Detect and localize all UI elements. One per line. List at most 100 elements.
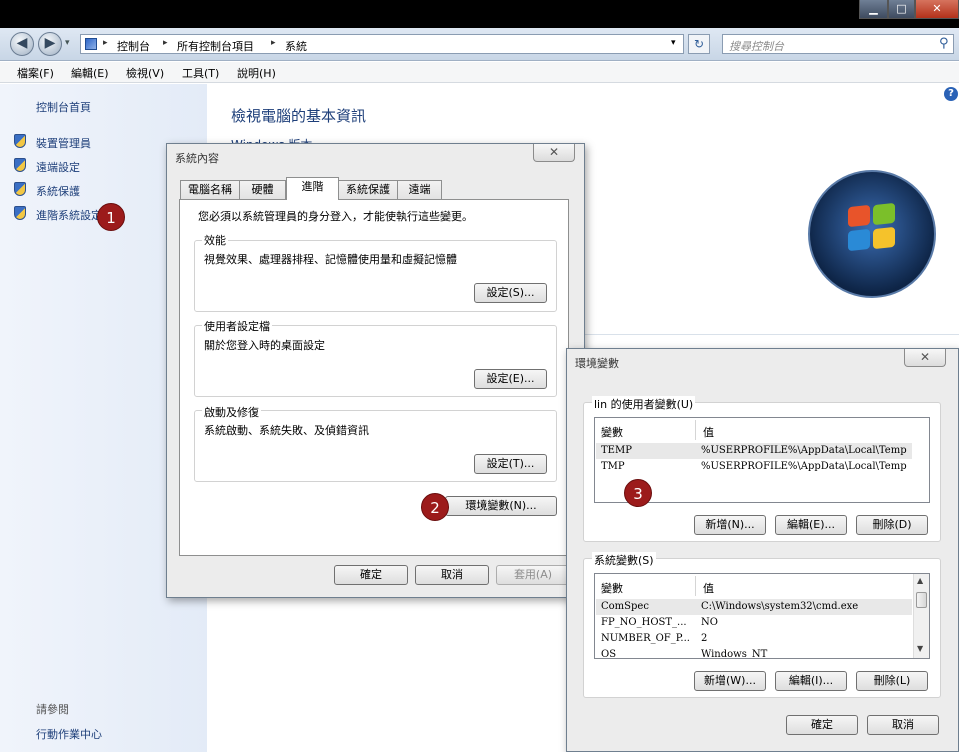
user-new-button[interactable]: 新增(N)... xyxy=(694,515,766,535)
windows-logo xyxy=(808,170,936,298)
env-cancel-button[interactable]: 取消 xyxy=(867,715,939,735)
tab-remote[interactable]: 遠端 xyxy=(397,180,442,199)
search-icon[interactable]: ⚲ xyxy=(939,36,949,51)
column-header-value[interactable]: 值 xyxy=(703,424,714,440)
address-toolbar: ◀ ▶ ▾ ▸ 控制台 ▸ 所有控制台項目 ▸ 系統 ▾ ↻ 搜尋控制台 ⚲ xyxy=(0,28,959,61)
sidebar-item-advanced-settings[interactable]: 進階系統設定 xyxy=(36,207,102,223)
startup-recovery-label: 啟動及修復 xyxy=(202,404,261,420)
table-cell-name: TMP xyxy=(601,461,625,472)
crumb-all-items[interactable]: 所有控制台項目 xyxy=(177,38,254,54)
user-delete-button[interactable]: 刪除(D) xyxy=(856,515,928,535)
tab-system-protection[interactable]: 系統保護 xyxy=(338,180,398,199)
logo-flag-red xyxy=(848,204,870,228)
menu-view[interactable]: 檢視(V) xyxy=(126,65,164,81)
minimize-button[interactable]: ▁ xyxy=(859,0,888,19)
env-ok-button[interactable]: 確定 xyxy=(786,715,858,735)
user-edit-button[interactable]: 編輯(E)... xyxy=(775,515,847,535)
crumb-separator-icon: ▸ xyxy=(103,38,108,48)
callout-badge-1: 1 xyxy=(97,203,125,231)
scroll-thumb[interactable] xyxy=(916,592,927,608)
column-header-variable[interactable]: 變數 xyxy=(601,424,623,440)
vertical-scrollbar[interactable]: ▲ ▼ xyxy=(913,574,929,658)
search-input[interactable]: 搜尋控制台 ⚲ xyxy=(722,34,954,54)
crumb-separator-icon: ▸ xyxy=(163,38,168,48)
dialog-title: 系統內容 xyxy=(175,152,219,165)
logo-flag-yellow xyxy=(873,226,895,250)
performance-desc: 視覺效果、處理器排程、記憶體使用量和虛擬記憶體 xyxy=(204,253,457,266)
tab-hardware[interactable]: 硬體 xyxy=(239,180,286,199)
close-button[interactable]: ✕ xyxy=(904,349,946,367)
table-cell-value: 2 xyxy=(701,633,708,644)
ok-button[interactable]: 確定 xyxy=(334,565,408,585)
user-profiles-label: 使用者設定檔 xyxy=(202,318,272,334)
shield-icon xyxy=(14,158,26,172)
table-cell-value: Windows_NT xyxy=(701,649,768,659)
page-title: 檢視電腦的基本資訊 xyxy=(231,107,367,125)
sidebar-action-center[interactable]: 行動作業中心 xyxy=(36,726,102,742)
table-cell-name: NUMBER_OF_P... xyxy=(601,633,690,644)
column-divider xyxy=(695,576,696,596)
sidebar-item-remote-settings[interactable]: 遠端設定 xyxy=(36,159,80,175)
startup-recovery-settings-button[interactable]: 設定(T)... xyxy=(474,454,547,474)
menu-edit[interactable]: 編輯(E) xyxy=(71,65,109,81)
forward-button[interactable]: ▶ xyxy=(38,32,62,56)
scroll-down-icon[interactable]: ▼ xyxy=(917,644,923,653)
startup-recovery-desc: 系統啟動、系統失敗、及偵錯資訊 xyxy=(204,424,369,437)
column-header-variable[interactable]: 變數 xyxy=(601,580,623,596)
crumb-control-panel[interactable]: 控制台 xyxy=(117,38,150,54)
menu-file[interactable]: 檔案(F) xyxy=(17,65,54,81)
environment-variables-button[interactable]: 環境變數(N)... xyxy=(445,496,557,516)
address-dropdown-icon[interactable]: ▾ xyxy=(671,38,676,48)
column-header-value[interactable]: 值 xyxy=(703,580,714,596)
tab-computer-name[interactable]: 電腦名稱 xyxy=(180,180,240,199)
crumb-system[interactable]: 系統 xyxy=(285,38,307,54)
admin-note: 您必須以系統管理員的身分登入，才能使執行這些變更。 xyxy=(198,210,473,223)
cancel-button[interactable]: 取消 xyxy=(415,565,489,585)
sidebar-control-panel-home[interactable]: 控制台首頁 xyxy=(36,99,91,115)
system-delete-button[interactable]: 刪除(L) xyxy=(856,671,928,691)
scroll-up-icon[interactable]: ▲ xyxy=(917,576,923,585)
menu-help[interactable]: 說明(H) xyxy=(237,65,276,81)
shield-icon xyxy=(14,134,26,148)
table-cell-name: TEMP xyxy=(601,445,632,456)
user-variables-label: lin 的使用者變數(U) xyxy=(592,396,696,412)
maximize-button[interactable]: □ xyxy=(888,0,915,19)
system-new-button[interactable]: 新增(W)... xyxy=(694,671,766,691)
crumb-separator-icon: ▸ xyxy=(271,38,276,48)
system-variables-label: 系統變數(S) xyxy=(592,552,656,568)
help-icon[interactable]: ? xyxy=(944,87,958,101)
user-profiles-desc: 關於您登入時的桌面設定 xyxy=(204,339,325,352)
back-button[interactable]: ◀ xyxy=(10,32,34,56)
sidebar-item-device-manager[interactable]: 裝置管理員 xyxy=(36,135,91,151)
refresh-button[interactable]: ↻ xyxy=(688,34,710,54)
shield-icon xyxy=(14,182,26,196)
column-divider xyxy=(695,420,696,440)
table-cell-name: OS xyxy=(601,649,617,659)
apply-button[interactable]: 套用(A) xyxy=(496,565,570,585)
close-window-button[interactable]: ✕ xyxy=(915,0,959,19)
section-divider xyxy=(583,334,959,335)
logo-flag-blue xyxy=(848,228,870,252)
table-cell-name: FP_NO_HOST_... xyxy=(601,617,687,628)
address-field[interactable]: ▸ 控制台 ▸ 所有控制台項目 ▸ 系統 ▾ xyxy=(80,34,684,54)
callout-badge-3: 3 xyxy=(624,479,652,507)
close-button[interactable]: ✕ xyxy=(533,144,575,162)
performance-settings-button[interactable]: 設定(S)... xyxy=(474,283,547,303)
system-variables-list[interactable]: 變數 值 ComSpec C:\Windows\system32\cmd.exe… xyxy=(594,573,930,659)
performance-label: 效能 xyxy=(202,232,228,248)
advanced-tab-panel: 您必須以系統管理員的身分登入，才能使執行這些變更。 效能 視覺效果、處理器排程、… xyxy=(179,199,569,556)
table-cell-value: NO xyxy=(701,617,718,628)
system-edit-button[interactable]: 編輯(I)... xyxy=(775,671,847,691)
logo-flag-green xyxy=(873,202,895,226)
user-profiles-settings-button[interactable]: 設定(E)... xyxy=(474,369,547,389)
menu-tools[interactable]: 工具(T) xyxy=(182,65,219,81)
table-cell-name: ComSpec xyxy=(601,601,649,612)
table-cell-value: %USERPROFILE%\AppData\Local\Temp xyxy=(701,461,907,472)
callout-badge-2: 2 xyxy=(421,493,449,521)
tab-advanced[interactable]: 進階 xyxy=(286,177,339,200)
history-dropdown-icon[interactable]: ▾ xyxy=(65,38,70,48)
window-titlebar: ▁ □ ✕ xyxy=(0,0,959,28)
sidebar-item-system-protection[interactable]: 系統保護 xyxy=(36,183,80,199)
control-panel-icon xyxy=(85,38,97,50)
table-cell-value: %USERPROFILE%\AppData\Local\Temp xyxy=(701,445,907,456)
